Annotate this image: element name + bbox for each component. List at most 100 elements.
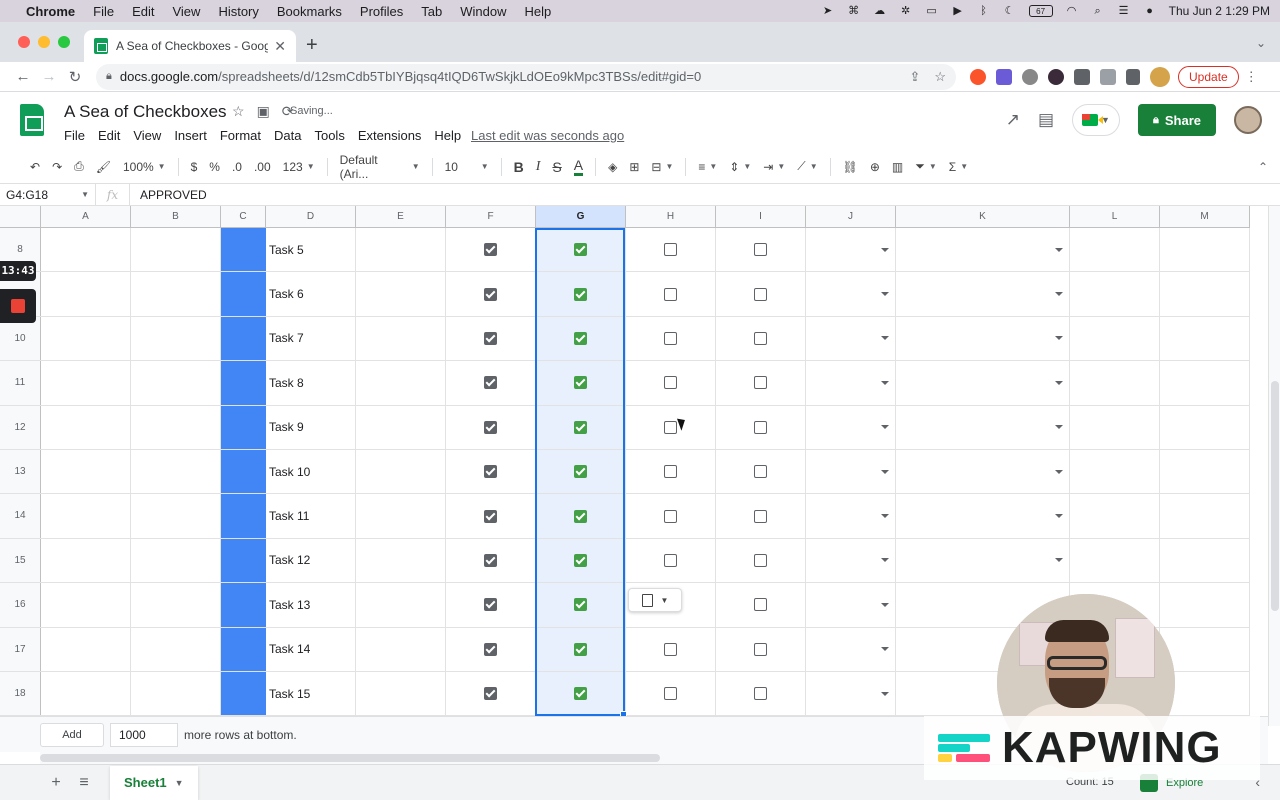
column-header-i[interactable]: I <box>716 206 806 227</box>
cell-m[interactable] <box>1160 316 1250 361</box>
cell-i[interactable] <box>716 538 806 583</box>
cell-i[interactable] <box>716 272 806 316</box>
row-header[interactable]: 15 <box>0 538 41 583</box>
increase-decimal-button[interactable]: .00 <box>254 160 271 174</box>
row-header[interactable]: 11 <box>0 361 41 405</box>
cell-e[interactable] <box>356 583 446 627</box>
checkbox-unchecked[interactable] <box>754 642 767 656</box>
cell-a[interactable] <box>41 449 131 494</box>
cell-e[interactable] <box>356 405 446 449</box>
cell-l[interactable] <box>1070 405 1160 449</box>
cell-b[interactable] <box>131 405 221 449</box>
column-header-g[interactable]: G <box>536 206 626 227</box>
cell-f[interactable] <box>446 405 536 449</box>
cell-j[interactable] <box>806 449 896 494</box>
browser-tab-active[interactable]: A Sea of Checkboxes - Google ✕ <box>84 30 296 62</box>
cell-i[interactable] <box>716 671 806 716</box>
vertical-scroll-thumb[interactable] <box>1271 381 1279 611</box>
dropdown-chevron-icon[interactable] <box>1055 336 1063 341</box>
dropdown-chevron-icon[interactable] <box>881 647 889 652</box>
checkbox-checked[interactable] <box>574 553 587 567</box>
cell-l[interactable] <box>1070 228 1160 272</box>
cell-f[interactable] <box>446 583 536 627</box>
cell-j[interactable] <box>806 361 896 405</box>
column-header-f[interactable]: F <box>446 206 536 227</box>
dropdown-chevron-icon[interactable] <box>881 380 889 385</box>
row-header[interactable]: 12 <box>0 405 41 449</box>
column-header-j[interactable]: J <box>806 206 896 227</box>
cell-c[interactable] <box>221 316 266 361</box>
cell-i[interactable] <box>716 627 806 671</box>
cell-d[interactable]: Task 6 <box>266 272 356 316</box>
close-window-button[interactable] <box>18 36 30 48</box>
column-header-a[interactable]: A <box>41 206 131 227</box>
cell-b[interactable] <box>131 583 221 627</box>
cell-d[interactable]: Task 7 <box>266 316 356 361</box>
update-button[interactable]: Update <box>1178 65 1239 88</box>
share-page-icon[interactable]: ⇪ <box>909 69 920 85</box>
insert-link-icon[interactable]: ⛓︎ <box>843 160 858 174</box>
dropdown-chevron-icon[interactable] <box>881 691 889 696</box>
dropdown-chevron-icon[interactable] <box>1055 425 1063 430</box>
cell-l[interactable] <box>1070 316 1160 361</box>
cell-g[interactable] <box>536 583 626 627</box>
close-tab-icon[interactable]: ✕ <box>274 38 286 55</box>
cell-i[interactable] <box>716 405 806 449</box>
cell-m[interactable] <box>1160 228 1250 272</box>
checkbox-checked[interactable] <box>484 465 497 479</box>
sheets-logo-icon[interactable] <box>20 104 44 136</box>
text-rotation-icon[interactable]: ⟋ ▼ <box>797 159 817 174</box>
menubar-item-window[interactable]: Window <box>460 4 506 19</box>
cell-l[interactable] <box>1070 538 1160 583</box>
cell-e[interactable] <box>356 361 446 405</box>
paste-options-chip[interactable]: ▼ <box>628 588 682 612</box>
sheets-menu-format[interactable]: Format <box>220 128 261 143</box>
cell-g[interactable] <box>536 449 626 494</box>
cell-h[interactable] <box>626 272 716 316</box>
cell-k[interactable] <box>896 316 1070 361</box>
meet-button[interactable]: ▼ <box>1072 104 1120 136</box>
text-wrap-icon[interactable]: ⇥ ▼ <box>763 160 785 174</box>
menubar-item-view[interactable]: View <box>172 4 200 19</box>
cell-e[interactable] <box>356 272 446 316</box>
text-color-button[interactable]: A <box>573 157 584 176</box>
cell-c[interactable] <box>221 405 266 449</box>
cell-m[interactable] <box>1160 494 1250 538</box>
column-header-b[interactable]: B <box>131 206 221 227</box>
cell-b[interactable] <box>131 449 221 494</box>
row-header[interactable]: 18 <box>0 671 41 716</box>
sheets-menu-tools[interactable]: Tools <box>314 128 344 143</box>
gear-icon[interactable]: ✲ <box>899 5 913 17</box>
cell-c[interactable] <box>221 494 266 538</box>
cell-i[interactable] <box>716 228 806 272</box>
cell-a[interactable] <box>41 405 131 449</box>
sheets-menu-help[interactable]: Help <box>434 128 461 143</box>
checkbox-unchecked[interactable] <box>664 331 677 345</box>
cell-j[interactable] <box>806 627 896 671</box>
cell-k[interactable] <box>896 449 1070 494</box>
cell-f[interactable] <box>446 627 536 671</box>
cell-j[interactable] <box>806 583 896 627</box>
cell-l[interactable] <box>1070 449 1160 494</box>
spotlight-search-icon[interactable]: ⌕ <box>1091 5 1105 17</box>
cell-e[interactable] <box>356 228 446 272</box>
fill-color-icon[interactable]: ◈ <box>608 160 617 174</box>
cell-e[interactable] <box>356 538 446 583</box>
bluetooth-icon[interactable]: ᛒ <box>977 5 991 17</box>
cell-j[interactable] <box>806 405 896 449</box>
cell-c[interactable] <box>221 627 266 671</box>
column-header-k[interactable]: K <box>896 206 1070 227</box>
sheet-tab-sheet1[interactable]: Sheet1 ▼ <box>110 765 198 800</box>
cell-j[interactable] <box>806 272 896 316</box>
zoom-window-button[interactable] <box>58 36 70 48</box>
cell-f[interactable] <box>446 228 536 272</box>
print-icon[interactable]: ⎙ <box>74 159 84 174</box>
sheets-menu-file[interactable]: File <box>64 128 85 143</box>
extension-brave-icon[interactable] <box>970 68 986 85</box>
cell-g[interactable] <box>536 228 626 272</box>
select-all-corner[interactable] <box>0 206 41 227</box>
cell-k[interactable] <box>896 361 1070 405</box>
menubar-clock[interactable]: Thu Jun 2 1:29 PM <box>1169 4 1270 18</box>
checkbox-checked[interactable] <box>574 642 587 656</box>
menubar-item-history[interactable]: History <box>218 4 258 19</box>
